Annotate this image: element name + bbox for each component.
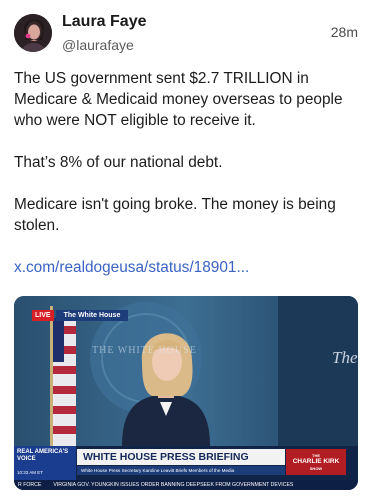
post-card: Laura Faye @laurafaye 28m The US governm…: [0, 0, 372, 500]
network-logo: REAL AMERICA'S VOICE 10:33 AM ET: [14, 446, 76, 480]
avatar[interactable]: [14, 14, 52, 52]
post-link[interactable]: x.com/realdogeusa/status/18901...: [14, 257, 358, 278]
live-tag: LIVE The White House: [32, 310, 129, 321]
seal-text: THE WHITE HOUSE: [92, 345, 197, 356]
avatar-image: [14, 14, 52, 52]
video-thumbnail[interactable]: LIVE The White House THE WHITE HOUSE The…: [14, 296, 358, 490]
post-header: Laura Faye @laurafaye 28m: [14, 12, 358, 56]
banner-subtitle: White House Press Secretary Karoline Lea…: [77, 466, 285, 475]
author-block: Laura Faye @laurafaye: [62, 12, 146, 55]
ticker-text: VIRGINIA GOV. YOUNGKIN ISSUES ORDER BANN…: [53, 482, 294, 488]
news-ticker: R FORCE VIRGINIA GOV. YOUNGKIN ISSUES OR…: [14, 480, 358, 490]
banner-title: WHITE HOUSE PRESS BRIEFING: [77, 449, 285, 465]
post-timestamp: 28m: [330, 24, 358, 40]
broadcast-clock: 10:33 AM ET: [17, 470, 44, 475]
post-paragraph-3: Medicare isn't going broke. The money is…: [14, 196, 336, 234]
sign-text: The: [332, 348, 358, 367]
post-paragraph-2: That’s 8% of our national debt.: [14, 154, 223, 171]
corner-logo-main: CHARLIE KIRK: [292, 458, 340, 465]
author-handle[interactable]: @laurafaye: [62, 35, 146, 55]
ticker-label: R FORCE: [18, 482, 42, 488]
author-name[interactable]: Laura Faye: [62, 12, 146, 32]
corner-logo-bottom: SHOW: [309, 466, 323, 471]
network-label: The White House: [55, 310, 129, 321]
post-paragraph-1: The US government sent $2.7 TRILLION in …: [14, 70, 343, 129]
corner-logo: THE CHARLIE KIRK SHOW: [286, 449, 346, 475]
network-logo-text: REAL AMERICA'S VOICE: [17, 449, 69, 462]
live-badge: LIVE: [32, 310, 54, 321]
post-body: The US government sent $2.7 TRILLION in …: [14, 68, 358, 278]
